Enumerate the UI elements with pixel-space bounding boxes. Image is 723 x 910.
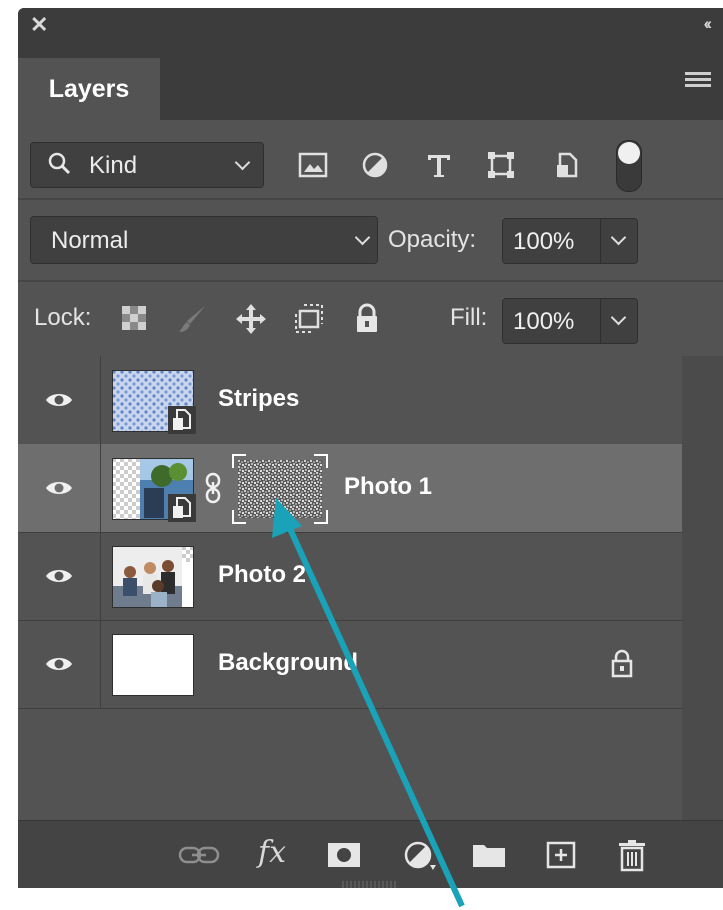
layer-row-background[interactable]: Background	[18, 620, 682, 709]
new-layer-icon[interactable]	[544, 839, 578, 876]
opacity-value[interactable]: 100%	[513, 228, 574, 256]
visibility-toggle[interactable]	[18, 620, 101, 708]
visibility-toggle[interactable]	[18, 444, 101, 532]
blend-mode-select[interactable]: Normal	[30, 216, 378, 264]
layers-bottom-toolbar: fx	[18, 820, 723, 888]
close-icon[interactable]: ✕	[30, 14, 48, 36]
opacity-field[interactable]: 100%	[502, 218, 638, 264]
collapse-icon[interactable]: ‹‹	[704, 14, 713, 34]
panel-titlebar: ✕ ‹‹	[18, 8, 723, 42]
filter-kind-label: Kind	[89, 152, 138, 179]
layers-scrollbar[interactable]	[682, 356, 723, 826]
chevron-down-icon	[610, 309, 627, 326]
lock-transparent-pixels-icon[interactable]	[118, 302, 150, 339]
opacity-dropdown-button[interactable]	[600, 219, 637, 263]
tab-bar: Layers	[18, 42, 723, 120]
panel-menu-icon[interactable]	[685, 72, 711, 88]
layer-name[interactable]: Background	[218, 649, 358, 677]
chevron-down-icon	[610, 229, 627, 246]
search-icon	[45, 149, 75, 184]
filter-kind-select[interactable]: Kind	[30, 142, 264, 188]
eye-icon	[46, 394, 72, 406]
visibility-toggle[interactable]	[18, 532, 101, 620]
fill-label: Fill:	[450, 304, 488, 331]
lock-all-icon[interactable]	[352, 302, 382, 339]
layer-row-photo-1[interactable]: Photo 1	[18, 444, 682, 533]
chevron-down-icon	[354, 229, 371, 246]
layer-name[interactable]: Photo 1	[344, 473, 432, 501]
lock-icon	[611, 649, 633, 678]
pixel-layer-filter-icon[interactable]	[296, 148, 330, 182]
adjustment-layer-filter-icon[interactable]	[358, 148, 392, 182]
layer-thumbnail[interactable]	[112, 546, 194, 608]
layer-thumbnail[interactable]	[112, 634, 194, 696]
tab-layers[interactable]: Layers	[18, 58, 160, 120]
fx-icon[interactable]: fx	[258, 835, 286, 870]
new-group-icon[interactable]	[470, 839, 508, 876]
smart-object-badge-icon	[168, 494, 196, 522]
resize-grip[interactable]	[342, 881, 400, 888]
smart-object-filter-icon[interactable]	[550, 148, 584, 182]
link-layers-icon[interactable]	[178, 843, 220, 872]
chevron-down-icon	[234, 154, 251, 171]
mask-link-icon[interactable]	[204, 472, 222, 504]
add-mask-icon[interactable]	[326, 839, 362, 876]
layer-name[interactable]: Stripes	[218, 385, 299, 413]
shape-layer-filter-icon[interactable]	[484, 148, 518, 182]
fill-value[interactable]: 100%	[513, 308, 574, 336]
eye-icon	[46, 658, 72, 670]
lock-image-pixels-icon[interactable]	[176, 302, 210, 341]
layer-row-photo-2[interactable]: Photo 2	[18, 532, 682, 621]
adjustment-layer-icon[interactable]	[402, 839, 438, 878]
lock-row: Lock: Fill: 100%	[18, 280, 723, 356]
opacity-label: Opacity:	[388, 226, 477, 253]
layers-list: Stripes Photo 1 Photo 2 Background	[18, 356, 723, 826]
eye-icon	[46, 482, 72, 494]
lock-label: Lock:	[34, 304, 92, 331]
filter-row: Kind	[18, 120, 723, 198]
visibility-toggle[interactable]	[18, 356, 101, 444]
layers-panel: ✕ ‹‹ Layers Kind Normal Opacity: 100% Lo…	[18, 8, 723, 888]
eye-icon	[46, 570, 72, 582]
smart-object-badge-icon	[168, 406, 196, 434]
layer-mask-thumbnail[interactable]	[232, 454, 328, 524]
lock-position-icon[interactable]	[234, 302, 268, 341]
delete-layer-icon[interactable]	[616, 839, 648, 878]
layer-name[interactable]: Photo 2	[218, 561, 306, 589]
filter-toggle-switch[interactable]	[616, 140, 642, 192]
layer-row-stripes[interactable]: Stripes	[18, 356, 682, 445]
fill-field[interactable]: 100%	[502, 298, 638, 344]
lock-artboard-icon[interactable]	[292, 302, 326, 341]
type-layer-filter-icon[interactable]	[422, 148, 456, 182]
fill-dropdown-button[interactable]	[600, 299, 637, 343]
blend-mode-value: Normal	[51, 227, 129, 254]
blend-row: Normal Opacity: 100%	[18, 200, 723, 280]
